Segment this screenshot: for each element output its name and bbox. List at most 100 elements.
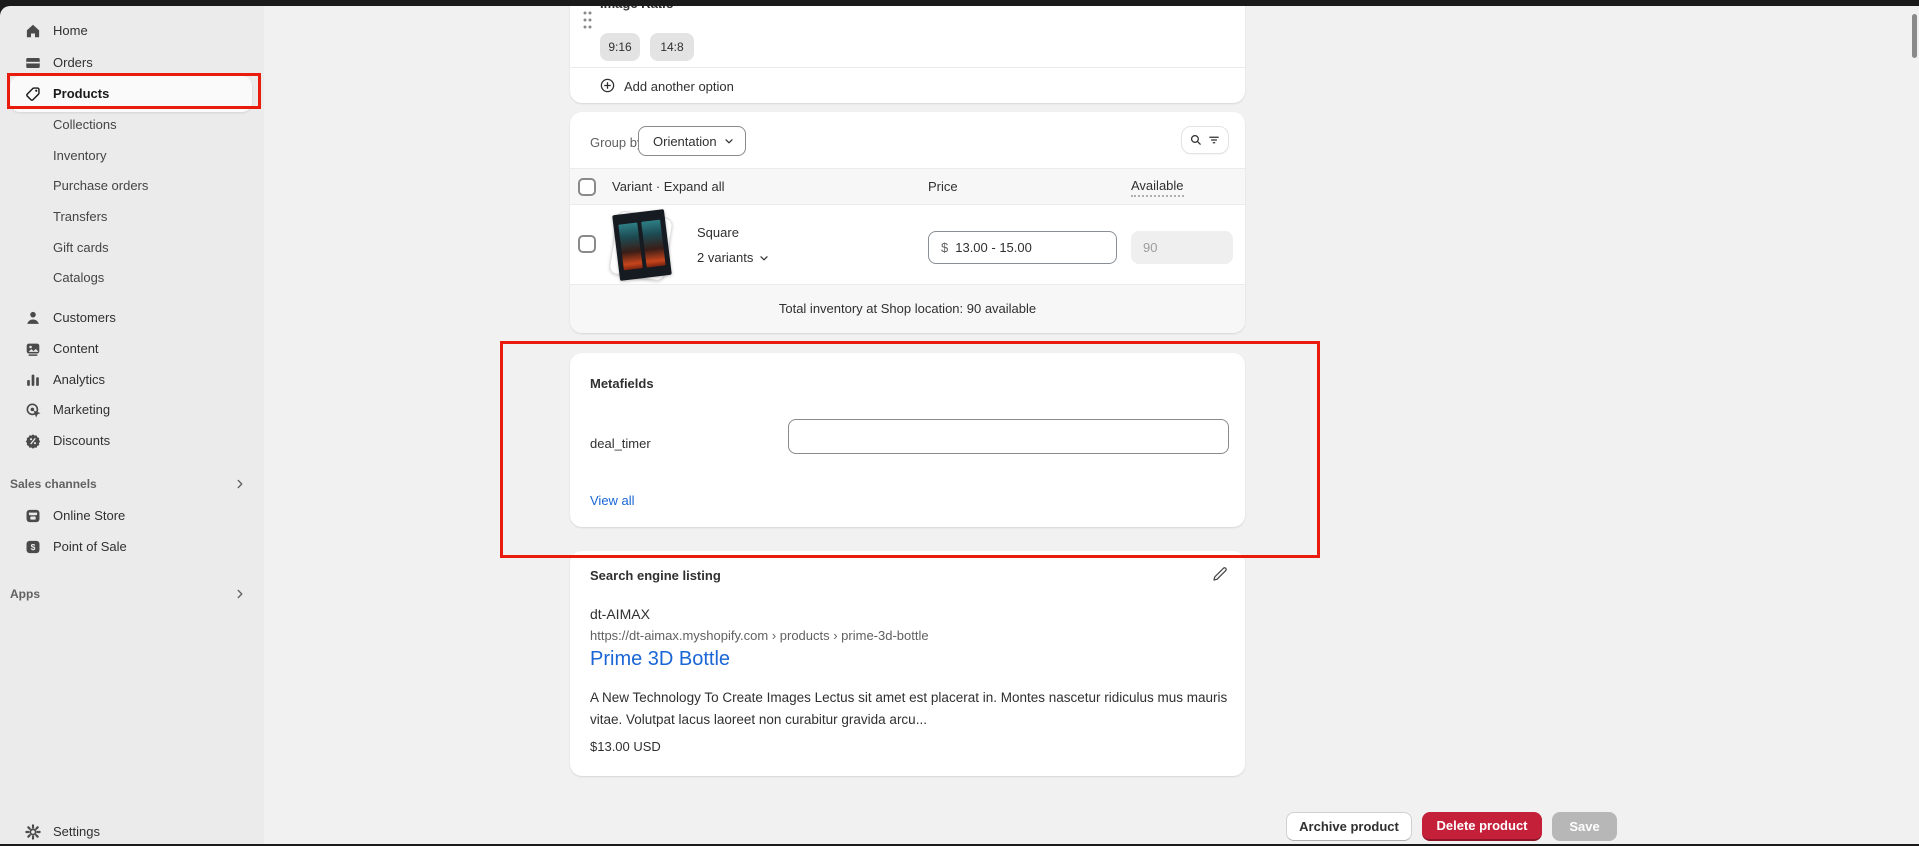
delete-product-button[interactable]: Delete product	[1422, 812, 1542, 841]
variant-thumbnail-front-image	[612, 209, 672, 281]
select-all-checkbox[interactable]	[578, 178, 596, 196]
option-chip[interactable]: 9:16	[600, 33, 640, 61]
group-by-select[interactable]: Orientation	[638, 126, 746, 156]
sidebar-item-orders[interactable]: Orders	[0, 49, 264, 77]
sidebar-item-home[interactable]: Home	[0, 17, 264, 45]
variant-table-header: Variant · Expand all Price Available	[570, 168, 1245, 205]
sidebar-item-analytics[interactable]: Analytics	[0, 366, 264, 394]
sidebar-section-sales-channels[interactable]: Sales channels	[10, 470, 254, 498]
sidebar-item-label: Discounts	[53, 427, 110, 455]
marketing-icon	[24, 401, 42, 419]
sidebar-item-label: Marketing	[53, 396, 110, 424]
variant-count-label: 2 variants	[697, 250, 753, 265]
sidebar-item-label: Settings	[53, 818, 100, 846]
variant-row: Square 2 variants $ 13.00 - 15.00	[570, 205, 1245, 284]
variant-expand-toggle[interactable]: 2 variants	[697, 250, 770, 265]
content-icon	[24, 340, 42, 358]
price-range-field[interactable]: $ 13.00 - 15.00	[928, 231, 1117, 264]
sidebar-item-label: Orders	[53, 49, 93, 77]
products-icon	[24, 85, 42, 103]
sidebar-item-transfers[interactable]: Transfers	[0, 203, 264, 231]
customers-icon	[24, 309, 42, 327]
metafields-title: Metafields	[590, 376, 654, 391]
sidebar-item-label: Customers	[53, 304, 116, 332]
seo-card: Search engine listing dt-AIMAX https://d…	[570, 551, 1245, 776]
sidebar-item-label: Online Store	[53, 502, 125, 530]
currency-prefix: $	[941, 240, 948, 255]
sidebar-item-label: Gift cards	[53, 234, 109, 262]
sidebar-item-label: Purchase orders	[53, 172, 148, 200]
seo-description: A New Technology To Create Images Lectus…	[590, 687, 1230, 731]
sidebar-item-label: Products	[53, 80, 109, 108]
sidebar-item-point-of-sale[interactable]: $ Point of Sale	[0, 533, 264, 561]
add-another-option-button[interactable]: Add another option	[624, 79, 734, 94]
apps-label: Apps	[10, 587, 40, 601]
view-all-link[interactable]: View all	[590, 493, 635, 508]
sidebar-item-customers[interactable]: Customers	[0, 304, 264, 332]
sidebar-item-settings[interactable]: Settings	[0, 818, 264, 846]
available-quantity-field[interactable]	[1131, 231, 1233, 264]
sidebar-item-gift-cards[interactable]: Gift cards	[0, 234, 264, 262]
home-icon	[24, 22, 42, 40]
variants-card: Group by Orientation Variant · Expand al…	[570, 112, 1245, 333]
svg-text:$: $	[31, 542, 36, 552]
sidebar-item-label: Inventory	[53, 142, 106, 170]
main-content: Image Ratio 9:16 14:8 Add another option…	[264, 6, 1919, 844]
sidebar-item-collections[interactable]: Collections	[0, 111, 264, 139]
seo-price: $13.00 USD	[590, 739, 661, 754]
sidebar-item-products[interactable]: Products	[0, 80, 264, 108]
sidebar-item-online-store[interactable]: Online Store	[0, 502, 264, 530]
sidebar-item-label: Point of Sale	[53, 533, 127, 561]
point-of-sale-icon: $	[24, 538, 42, 556]
archive-product-button[interactable]: Archive product	[1286, 812, 1412, 841]
option-title: Image Ratio	[600, 6, 674, 11]
option-card: Image Ratio 9:16 14:8 Add another option	[570, 6, 1245, 103]
drag-handle-icon[interactable]	[582, 10, 592, 30]
seo-site-name: dt-AIMAX	[590, 606, 650, 622]
sidebar-item-content[interactable]: Content	[0, 335, 264, 363]
search-filter-button[interactable]	[1181, 126, 1229, 154]
metafield-key-label: deal_timer	[590, 436, 651, 451]
sidebar-section-apps[interactable]: Apps	[10, 580, 254, 608]
save-button-disabled[interactable]: Save	[1552, 812, 1617, 841]
bottle-poster-image	[641, 220, 665, 268]
edit-pencil-icon[interactable]	[1211, 566, 1229, 584]
discounts-icon	[24, 432, 42, 450]
variant-row-checkbox[interactable]	[578, 235, 596, 253]
chevron-down-icon	[758, 252, 770, 264]
metafields-card: Metafields deal_timer View all	[570, 353, 1245, 527]
sidebar: Home Orders Products Collections Invento…	[0, 6, 264, 844]
sidebar-item-label: Home	[53, 17, 88, 45]
sidebar-item-inventory[interactable]: Inventory	[0, 142, 264, 170]
settings-icon	[24, 823, 42, 841]
sales-channels-label: Sales channels	[10, 477, 97, 491]
group-by-value: Orientation	[653, 134, 717, 149]
orders-icon	[24, 54, 42, 72]
price-column-header: Price	[928, 169, 958, 204]
sidebar-item-catalogs[interactable]: Catalogs	[0, 264, 264, 292]
seo-page-title-link[interactable]: Prime 3D Bottle	[590, 648, 730, 671]
seo-breadcrumb-url: https://dt-aimax.myshopify.com › product…	[590, 628, 929, 643]
option-chip[interactable]: 14:8	[650, 33, 694, 61]
scrollbar-thumb[interactable]	[1912, 14, 1917, 58]
plus-circle-icon	[599, 77, 616, 94]
filter-icon	[1207, 133, 1221, 147]
variant-group-name: Square	[697, 225, 739, 240]
sidebar-item-label: Content	[53, 335, 99, 363]
metafield-value-input[interactable]	[788, 419, 1229, 454]
chevron-down-icon	[723, 135, 735, 147]
chevron-right-icon	[234, 478, 246, 490]
variant-thumbnail[interactable]	[607, 210, 680, 283]
sidebar-item-purchase-orders[interactable]: Purchase orders	[0, 172, 264, 200]
sidebar-item-marketing[interactable]: Marketing	[0, 396, 264, 424]
variant-column-header[interactable]: Variant · Expand all	[612, 169, 725, 204]
sidebar-item-label: Collections	[53, 111, 117, 139]
sidebar-item-discounts[interactable]: Discounts	[0, 427, 264, 455]
search-icon	[1189, 133, 1203, 147]
sidebar-item-label: Catalogs	[53, 264, 104, 292]
sidebar-item-label: Transfers	[53, 203, 107, 231]
top-nav-bar-edge	[0, 0, 1919, 6]
analytics-icon	[24, 371, 42, 389]
price-range-value: 13.00 - 15.00	[955, 240, 1032, 255]
sidebar-item-label: Analytics	[53, 366, 105, 394]
